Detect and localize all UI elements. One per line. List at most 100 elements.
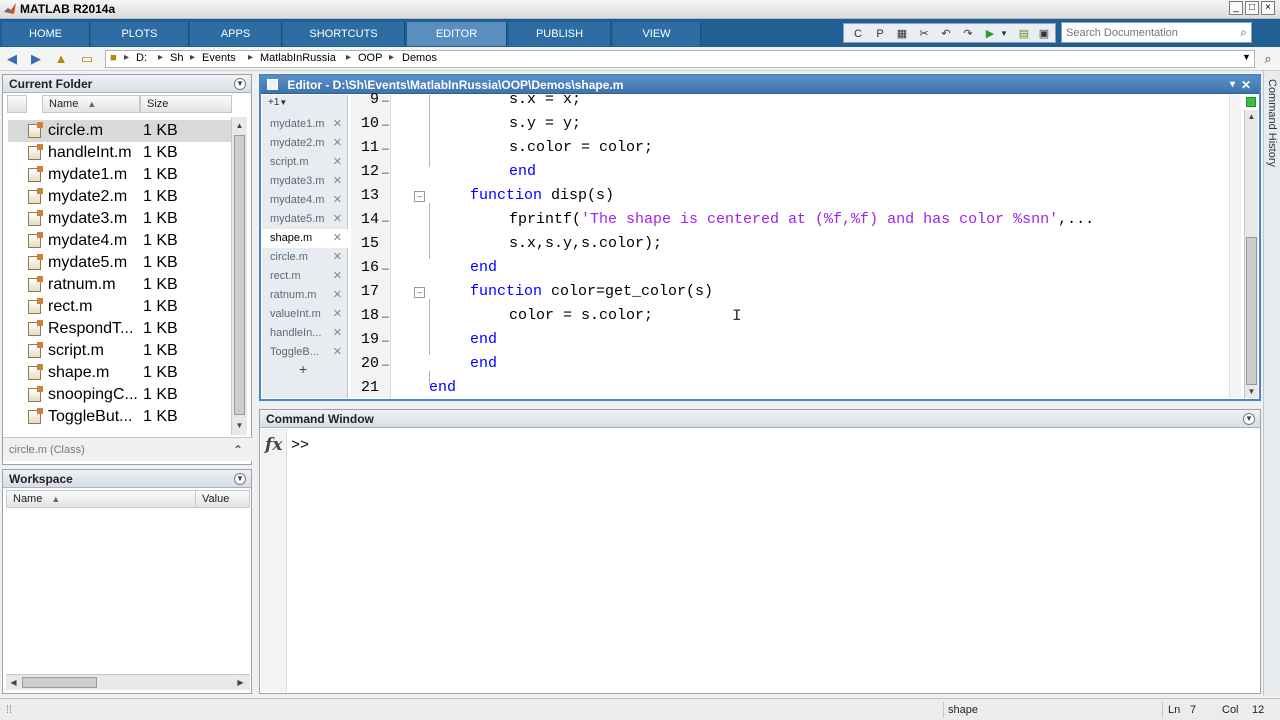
close-tab-icon[interactable]: ✕ bbox=[333, 210, 342, 229]
search-input[interactable] bbox=[1062, 23, 1227, 42]
paste-icon[interactable]: P bbox=[872, 26, 888, 42]
doc-tab[interactable]: shape.m ✕ bbox=[262, 229, 348, 248]
close-tab-icon[interactable]: ✕ bbox=[333, 134, 342, 153]
editor-close-icon[interactable]: ✕ bbox=[1241, 76, 1251, 94]
breakpoint-marker[interactable]: – bbox=[382, 136, 389, 160]
doc-tab[interactable]: script.m ✕ bbox=[262, 153, 348, 172]
tab-apps[interactable]: APPS bbox=[190, 22, 282, 46]
breakpoint-marker[interactable]: – bbox=[382, 328, 389, 352]
tab-publish[interactable]: PUBLISH bbox=[509, 22, 611, 46]
crumb-demos[interactable]: Demos bbox=[402, 52, 437, 64]
close-tab-icon[interactable]: ✕ bbox=[333, 324, 342, 343]
hscroll-thumb[interactable] bbox=[22, 677, 97, 688]
scroll-up-icon[interactable]: ▲ bbox=[1246, 111, 1257, 122]
close-tab-icon[interactable]: ✕ bbox=[333, 115, 342, 134]
scroll-down-icon[interactable]: ▼ bbox=[234, 420, 245, 431]
panel-menu-icon[interactable]: ▼ bbox=[1243, 413, 1255, 425]
file-row[interactable]: mydate2.m 1 KB bbox=[8, 186, 233, 208]
code-analyzer-status-icon[interactable] bbox=[1246, 97, 1256, 107]
file-row[interactable]: script.m 1 KB bbox=[8, 340, 233, 362]
file-detail-bar[interactable]: circle.m (Class) ⌃ bbox=[3, 437, 253, 461]
close-tab-icon[interactable]: ✕ bbox=[333, 153, 342, 172]
file-row[interactable]: mydate5.m 1 KB bbox=[8, 252, 233, 274]
doc-tab[interactable]: valueInt.m ✕ bbox=[262, 305, 348, 324]
fold-toggle-icon[interactable]: – bbox=[414, 191, 425, 202]
close-tab-icon[interactable]: ✕ bbox=[333, 305, 342, 324]
doc-tab[interactable]: rect.m ✕ bbox=[262, 267, 348, 286]
file-row[interactable]: ratnum.m 1 KB bbox=[8, 274, 233, 296]
maximize-button[interactable]: □ bbox=[1245, 1, 1259, 15]
file-row[interactable]: mydate3.m 1 KB bbox=[8, 208, 233, 230]
file-row[interactable]: handleInt.m 1 KB bbox=[8, 142, 233, 164]
workspace-name-column[interactable]: Name ▲ bbox=[6, 490, 196, 508]
doc-tab[interactable]: circle.m ✕ bbox=[262, 248, 348, 267]
file-row[interactable]: snoopingC... 1 KB bbox=[8, 384, 233, 406]
file-row[interactable]: rect.m 1 KB bbox=[8, 296, 233, 318]
breakpoint-marker[interactable]: – bbox=[382, 88, 389, 112]
editor-scrollbar[interactable]: ▲ ▼ bbox=[1244, 110, 1258, 398]
add-tab-icon[interactable]: + bbox=[299, 361, 307, 377]
doc-tab[interactable]: mydate5.m ✕ bbox=[262, 210, 348, 229]
doc-tab[interactable]: mydate3.m ✕ bbox=[262, 172, 348, 191]
doc-tab[interactable]: mydate1.m ✕ bbox=[262, 115, 348, 134]
breakpoint-marker[interactable]: – bbox=[382, 112, 389, 136]
close-tab-icon[interactable]: ✕ bbox=[333, 267, 342, 286]
redo-icon[interactable]: ↷ bbox=[960, 26, 976, 42]
type-column-header[interactable] bbox=[7, 95, 27, 113]
layout-icon[interactable]: ▦ bbox=[894, 26, 910, 42]
close-tab-icon[interactable]: ✕ bbox=[333, 191, 342, 210]
search-icon[interactable]: ⌕ bbox=[1240, 25, 1247, 40]
search-documentation-field[interactable]: ⌕ bbox=[1061, 22, 1252, 43]
chevron-up-icon[interactable]: ⌃ bbox=[233, 438, 243, 462]
command-prompt[interactable]: >> bbox=[291, 437, 309, 454]
forward-arrow-icon[interactable]: ▶ bbox=[28, 51, 44, 67]
file-row[interactable]: ToggleBut... 1 KB bbox=[8, 406, 233, 428]
function-browser-icon[interactable]: fx bbox=[265, 435, 282, 455]
copy-icon[interactable]: C bbox=[850, 26, 866, 42]
fold-toggle-icon[interactable]: – bbox=[414, 287, 425, 298]
help-icon[interactable]: ▣ bbox=[1036, 26, 1052, 42]
close-tab-icon[interactable]: ✕ bbox=[333, 343, 342, 362]
tab-shortcuts[interactable]: SHORTCUTS bbox=[283, 22, 405, 46]
size-column-header[interactable]: Size bbox=[140, 95, 232, 113]
breakpoint-marker[interactable]: – bbox=[382, 304, 389, 328]
scroll-down-icon[interactable]: ▼ bbox=[1246, 386, 1257, 397]
folder-scrollbar[interactable]: ▲ ▼ bbox=[231, 117, 247, 435]
file-row[interactable]: circle.m 1 KB bbox=[8, 120, 233, 142]
scroll-left-icon[interactable]: ◀ bbox=[8, 677, 19, 688]
file-row[interactable]: RespondT... 1 KB bbox=[8, 318, 233, 340]
search-folder-icon[interactable]: ⌕ bbox=[1260, 51, 1276, 67]
back-arrow-icon[interactable]: ◀ bbox=[4, 51, 20, 67]
close-tab-icon[interactable]: ✕ bbox=[333, 229, 342, 248]
file-row[interactable]: mydate4.m 1 KB bbox=[8, 230, 233, 252]
breakpoint-marker[interactable]: – bbox=[382, 352, 389, 376]
crumb-drive[interactable]: D: bbox=[136, 52, 147, 64]
scroll-up-icon[interactable]: ▲ bbox=[234, 120, 245, 131]
breakpoint-marker[interactable]: – bbox=[382, 208, 389, 232]
doc-tab[interactable]: ToggleB... ✕ bbox=[262, 343, 348, 362]
breakpoint-marker[interactable]: – bbox=[382, 160, 389, 184]
file-row[interactable]: shape.m 1 KB bbox=[8, 362, 233, 384]
doc-tab[interactable]: mydate2.m ✕ bbox=[262, 134, 348, 153]
name-column-header[interactable]: Name ▲ bbox=[42, 95, 140, 113]
path-dropdown-icon[interactable]: ▼ bbox=[1242, 52, 1251, 62]
tab-home[interactable]: HOME bbox=[2, 22, 90, 46]
workspace-hscrollbar[interactable]: ◀ ▶ bbox=[6, 674, 250, 690]
crumb-oop[interactable]: OOP bbox=[358, 52, 382, 64]
tab-plots[interactable]: PLOTS bbox=[91, 22, 189, 46]
crumb-matlabinrussia[interactable]: MatlabInRussia bbox=[260, 52, 336, 64]
close-tab-icon[interactable]: ✕ bbox=[333, 286, 342, 305]
tab-editor[interactable]: EDITOR bbox=[407, 22, 507, 46]
workspace-value-column[interactable]: Value bbox=[195, 490, 250, 508]
open-file-icon[interactable]: ▤ bbox=[1016, 26, 1032, 42]
cut-icon[interactable]: ✂ bbox=[916, 26, 932, 42]
code-area[interactable]: – – s.x = x; s.y = y; s.color = color; e… bbox=[392, 95, 1227, 398]
tab-view[interactable]: VIEW bbox=[613, 22, 701, 46]
minimize-button[interactable]: _ bbox=[1229, 1, 1243, 15]
crumb-events[interactable]: Events bbox=[202, 52, 236, 64]
undo-icon[interactable]: ↶ bbox=[938, 26, 954, 42]
scroll-thumb[interactable] bbox=[1246, 237, 1257, 385]
path-breadcrumb[interactable]: ■ ▸ D: ▸ Sh ▸ Events ▸ MatlabInRussia ▸ … bbox=[105, 50, 1255, 68]
close-tab-icon[interactable]: ✕ bbox=[333, 172, 342, 191]
close-tab-icon[interactable]: ✕ bbox=[333, 248, 342, 267]
